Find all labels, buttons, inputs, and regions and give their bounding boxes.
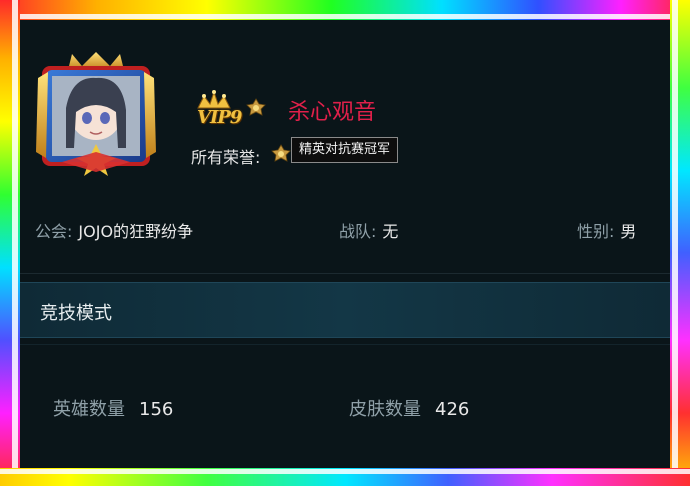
honor-medal-icon[interactable]: [271, 144, 291, 164]
guild-value: JOJO的狂野纷争: [78, 222, 194, 241]
vip-level-label: VIP9: [197, 107, 242, 128]
skins-stat: 皮肤数量 426: [349, 395, 469, 421]
gender-value: 男: [620, 222, 637, 241]
guild-info: 公会: JOJO的狂野纷争: [35, 218, 193, 242]
rainbow-frame-right: [670, 0, 690, 486]
rainbow-frame-top: [0, 0, 690, 20]
avatar-frame-icon: [36, 52, 156, 176]
rainbow-frame-left: [0, 0, 20, 486]
skins-value: 426: [435, 399, 470, 420]
guild-label: 公会:: [35, 222, 73, 241]
heroes-stat: 英雄数量 156: [53, 395, 173, 421]
skins-label: 皮肤数量: [349, 399, 421, 420]
gender-info: 性别: 男: [577, 218, 636, 242]
heroes-value: 156: [139, 399, 174, 420]
divider: [20, 273, 670, 274]
team-info: 战队: 无: [339, 218, 398, 242]
section-title: 竞技模式: [40, 303, 112, 324]
section-header[interactable]: 竞技模式: [20, 282, 670, 338]
avatar[interactable]: [32, 48, 160, 176]
profile-panel: VIP9 杀心观音 所有荣誉: 精英对抗赛冠军 公会: JOJO的狂野纷争 战队:…: [20, 20, 670, 468]
team-label: 战队:: [339, 222, 377, 241]
team-value: 无: [382, 222, 399, 241]
player-name: 杀心观音: [288, 100, 377, 125]
honor-tooltip: 精英对抗赛冠军: [291, 137, 399, 163]
gender-label: 性别:: [577, 222, 615, 241]
divider: [20, 344, 670, 345]
rainbow-frame-bottom: [0, 468, 690, 486]
medal-icon: [246, 98, 266, 116]
honors-label: 所有荣誉:: [191, 148, 261, 167]
heroes-label: 英雄数量: [53, 399, 125, 420]
